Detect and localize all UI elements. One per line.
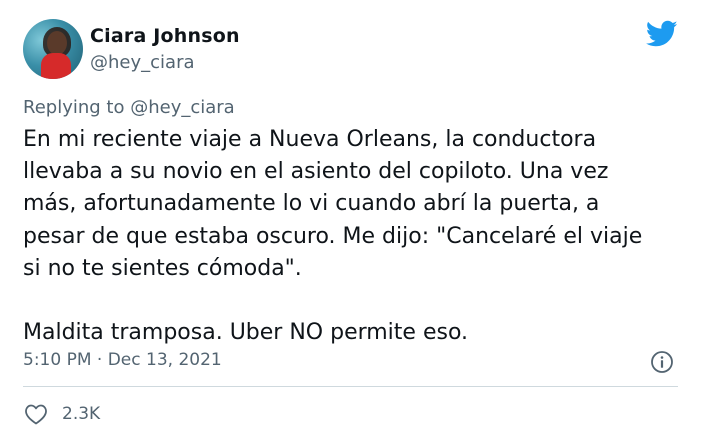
replying-to: Replying to @hey_ciara (23, 97, 235, 118)
tweet-timestamp[interactable]: 5:10 PM · Dec 13, 2021 (23, 350, 222, 370)
author-handle[interactable]: @hey_ciara (90, 52, 195, 73)
like-count: 2.3K (62, 404, 101, 424)
divider (23, 386, 678, 387)
heart-icon[interactable] (24, 403, 48, 425)
avatar[interactable] (23, 19, 83, 79)
replying-to-prefix: Replying to (23, 97, 125, 118)
author-display-name[interactable]: Ciara Johnson (90, 25, 240, 47)
avatar-head (47, 31, 67, 55)
avatar-body (41, 53, 71, 79)
info-icon[interactable] (650, 350, 674, 374)
tweet-text: En mi reciente viaje a Nueva Orleans, la… (23, 127, 643, 346)
twitter-bird-icon[interactable] (646, 20, 678, 48)
like-action[interactable]: 2.3K (24, 402, 100, 426)
replying-to-mention[interactable]: @hey_ciara (130, 97, 235, 118)
